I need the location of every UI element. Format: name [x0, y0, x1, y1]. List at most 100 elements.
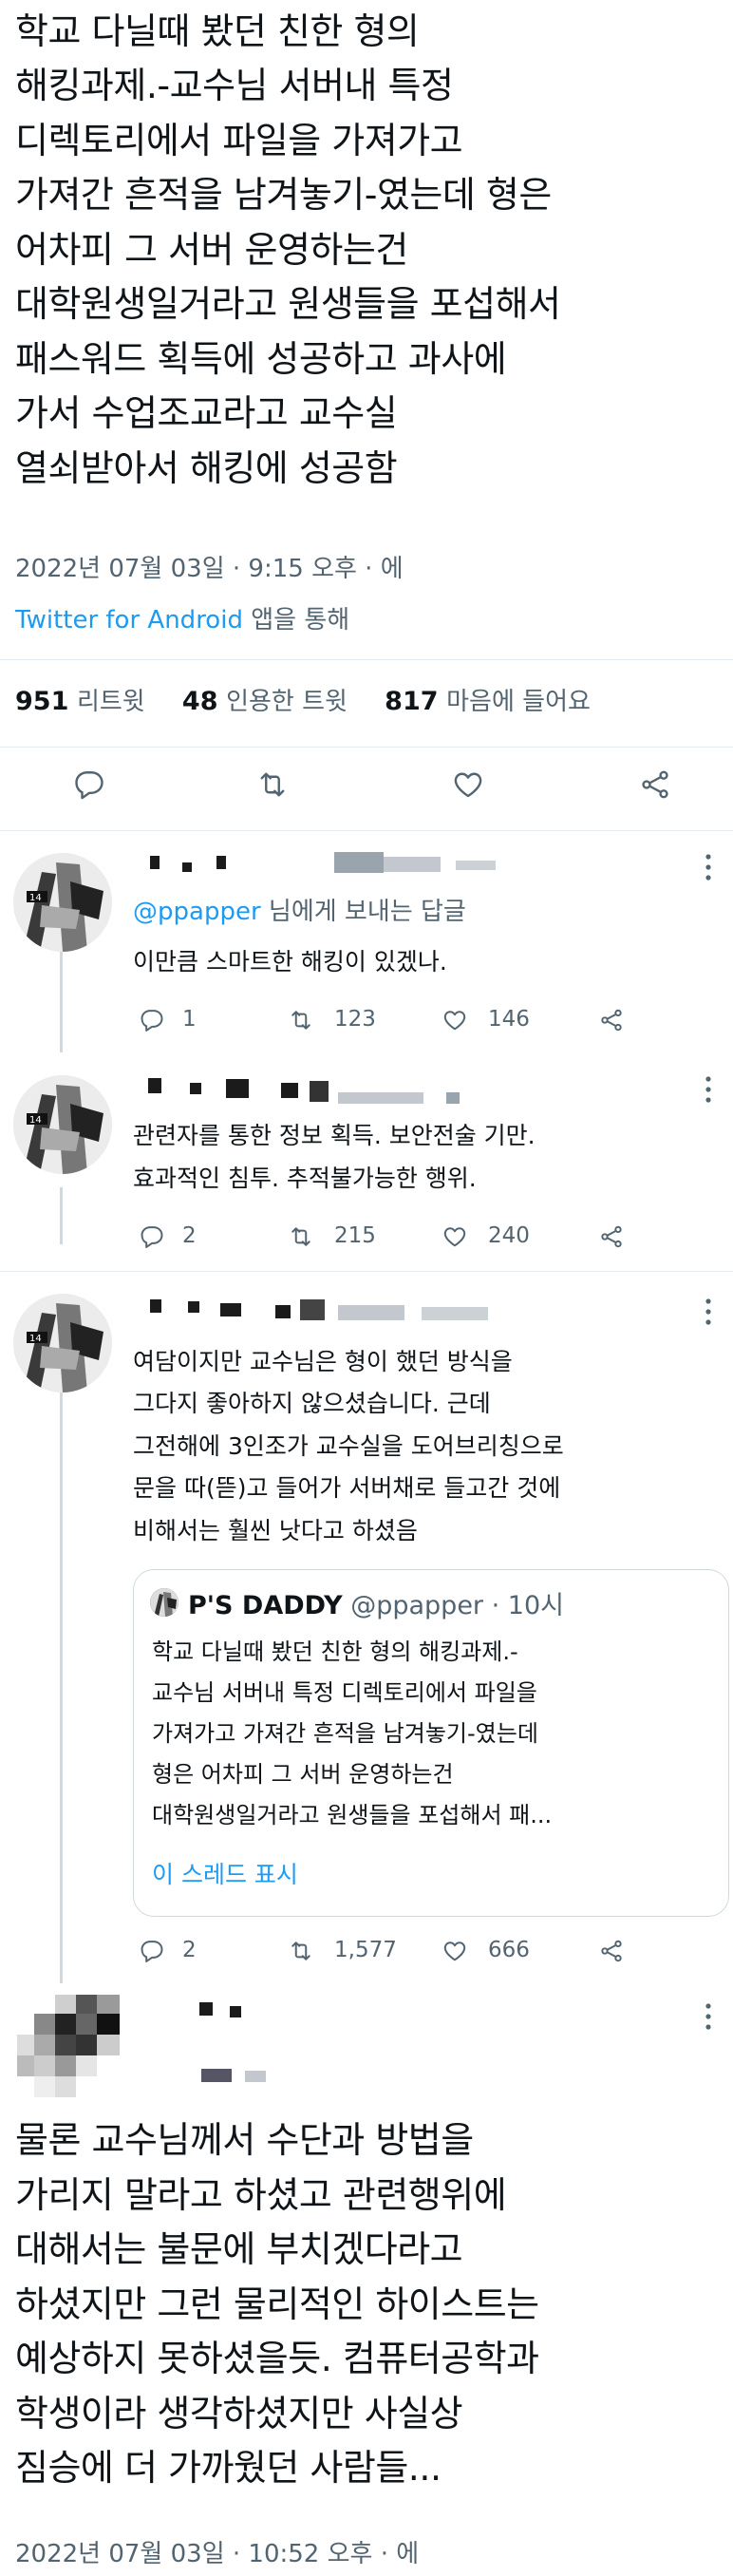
main-tweet-line: 대학원생일거라고 원생들을 포섭해서: [15, 283, 561, 325]
username-censored: [275, 1305, 291, 1318]
reply-text: 이만큼 스마트한 해킹이 있겠나.: [133, 948, 447, 975]
heart-icon[interactable]: [441, 1223, 469, 1250]
handle-censored: [446, 1092, 460, 1104]
share-icon[interactable]: [598, 1938, 625, 1964]
svg-text:14: 14: [29, 1115, 42, 1126]
handle-censored: [245, 2071, 266, 2082]
username-censored: [190, 1083, 201, 1094]
reply-text: 효과적인 침투. 추적불가능한 행위.: [133, 1165, 477, 1192]
retweets-stat[interactable]: 951 리트윗: [15, 687, 145, 716]
more-icon[interactable]: [705, 2002, 712, 2031]
reply-count: 2: [182, 1223, 197, 1248]
reply-icon[interactable]: [139, 1007, 165, 1033]
quote-author-name[interactable]: P'S DADDY: [188, 1591, 343, 1620]
quote-text: 가져가고 가져간 흔적을 남겨놓기-였는데: [152, 1720, 538, 1747]
divider: [0, 830, 733, 831]
like-count: 666: [488, 1938, 530, 1962]
username-censored: [216, 856, 226, 869]
like-count: 240: [488, 1223, 530, 1248]
handle-censored: [422, 1307, 488, 1320]
tweet-timestamp[interactable]: 2022년 07월 03일 · 10:52 오후 · 에: [15, 2534, 419, 2569]
handle-censored: [310, 1081, 329, 1102]
reply-text: 관련자를 통한 정보 획득. 보안전술 기만.: [133, 1122, 536, 1149]
username-censored: [281, 1083, 298, 1098]
retweet-icon[interactable]: [287, 1938, 315, 1964]
username-censored: [230, 2006, 241, 2017]
handle-censored: [300, 1299, 325, 1320]
reply-text: 비해서는 훨씬 낫다고 하셨음: [133, 1517, 418, 1544]
bottom-tweet-line: 대해서는 불문에 부치겠다라고: [15, 2228, 463, 2270]
quote-header: P'S DADDY @ppapper · 10시: [188, 1584, 564, 1621]
reply-count: 1: [182, 1007, 197, 1032]
reply-to-suffix: 님에게 보내는 답글: [260, 898, 466, 926]
heart-icon[interactable]: [441, 1007, 469, 1033]
retweet-count: 215: [334, 1223, 376, 1248]
reply-text: 그다지 좋아하지 않으셨습니다. 근데: [133, 1390, 491, 1417]
quote-text: 대학원생일거라고 원생들을 포섭해서 패...: [152, 1802, 553, 1828]
more-icon[interactable]: [705, 853, 712, 881]
source-suffix: 앱을 통해: [242, 606, 350, 635]
username-censored: [150, 856, 160, 869]
reply-text: 그전해에 3인조가 교수실을 도어브리칭으로: [133, 1432, 564, 1460]
main-tweet-line: 패스워드 획득에 성공하고 과사에: [15, 338, 507, 380]
tweet-timestamp[interactable]: 2022년 07월 03일 · 9:15 오후 · 에: [15, 549, 404, 584]
quote-text: 형은 어차피 그 서버 운영하는건: [152, 1761, 454, 1788]
svg-text:14: 14: [29, 893, 42, 903]
main-tweet-line: 디렉토리에서 파일을 가져가고: [15, 120, 463, 161]
share-icon[interactable]: [638, 767, 672, 802]
avatar[interactable]: 14: [13, 853, 112, 952]
username-censored: [182, 862, 192, 872]
more-icon[interactable]: [705, 1297, 712, 1326]
username-censored: [199, 2002, 213, 2016]
reply-text: 문을 따(뜯)고 들어가 서버채로 들고간 것에: [133, 1474, 561, 1502]
retweets-label: 리트윗: [76, 688, 145, 716]
likes-stat[interactable]: 817 마음에 들어요: [385, 687, 591, 716]
handle-censored: [338, 1092, 423, 1104]
handle-censored: [456, 861, 496, 870]
source-link[interactable]: Twitter for Android: [15, 606, 243, 635]
retweet-count: 1,577: [334, 1938, 397, 1962]
quote-avatar[interactable]: [150, 1588, 179, 1617]
share-icon[interactable]: [598, 1223, 625, 1250]
retweet-icon[interactable]: [287, 1223, 315, 1250]
reply-icon[interactable]: [72, 767, 106, 802]
retweet-count: 123: [334, 1007, 376, 1032]
reply-context: @ppapper 님에게 보내는 답글: [133, 890, 466, 934]
likes-label: 마음에 들어요: [446, 688, 591, 716]
reply-icon[interactable]: [139, 1938, 165, 1964]
bottom-tweet-line: 가리지 말라고 하셨고 관련행위에: [15, 2174, 507, 2216]
main-tweet-line: 열쇠받아서 해킹에 성공함: [15, 447, 398, 489]
avatar-censored[interactable]: [17, 1995, 120, 2097]
quote-author-handle: @ppapper: [350, 1591, 484, 1620]
username-censored: [220, 1303, 241, 1316]
svg-text:14: 14: [29, 1334, 42, 1344]
avatar[interactable]: 14: [13, 1294, 112, 1392]
bottom-tweet-line: 짐승에 더 가까웠던 사람들...: [15, 2447, 442, 2489]
main-tweet-line: 해킹과제.-교수님 서버내 특정: [15, 65, 454, 106]
bottom-tweet-line: 하셨지만 그런 물리적인 하이스트는: [15, 2283, 539, 2325]
quotes-stat[interactable]: 48 인용한 트윗: [182, 687, 348, 716]
divider: [0, 1271, 733, 1272]
retweet-icon[interactable]: [287, 1007, 315, 1033]
avatar[interactable]: 14: [13, 1075, 112, 1174]
handle-censored: [201, 2069, 232, 2082]
more-icon[interactable]: [705, 1075, 712, 1104]
handle-censored: [334, 852, 384, 873]
thread-line: [60, 1360, 63, 1983]
reply-icon[interactable]: [139, 1223, 165, 1250]
main-tweet-line: 가서 수업조교라고 교수실: [15, 392, 398, 434]
retweets-count: 951: [15, 687, 69, 716]
tweet-source: Twitter for Android 앱을 통해: [15, 600, 349, 635]
bottom-tweet-line: 학생이라 생각하셨지만 사실상: [15, 2393, 463, 2434]
username-censored: [226, 1079, 249, 1098]
username-censored: [188, 1301, 199, 1313]
thread-line: [60, 950, 63, 1052]
reply-text: 여담이지만 교수님은 형이 했던 방식을: [133, 1348, 513, 1375]
mention-link[interactable]: @ppapper: [133, 898, 261, 926]
username-censored: [148, 1078, 161, 1093]
heart-icon[interactable]: [441, 1938, 469, 1964]
retweet-icon[interactable]: [254, 767, 291, 802]
share-icon[interactable]: [598, 1007, 625, 1033]
heart-icon[interactable]: [450, 767, 486, 802]
show-thread-link[interactable]: 이 스레드 표시: [152, 1856, 298, 1890]
